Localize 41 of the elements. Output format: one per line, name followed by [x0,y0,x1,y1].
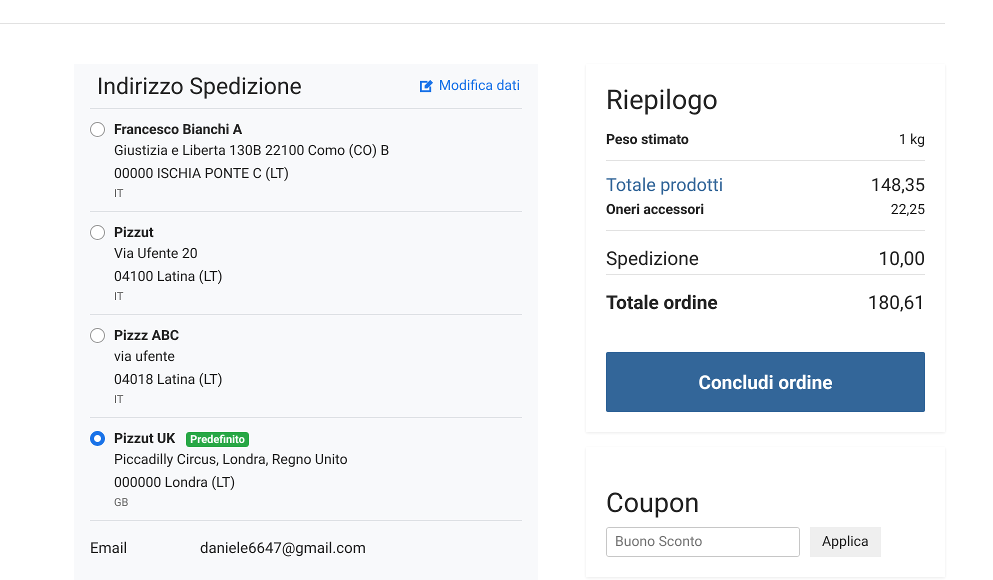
summary-label: Totale prodotti [606,175,724,196]
radio-button[interactable] [90,431,105,446]
checkout-button[interactable]: Concludi ordine [606,352,925,412]
address-name: Pizzut UK [114,430,176,449]
edit-link[interactable]: Modifica dati [418,78,522,94]
summary-label: Spedizione [606,247,699,270]
address-name: Pizzz ABC [114,327,180,346]
summary-label: Peso stimato [606,132,689,148]
email-label: Email [90,539,128,557]
address-line: Piccadilly Circus, Londra, Regno Unito [114,451,348,470]
address-line: 000000 Londra (LT) [114,474,236,492]
summary-value: 1 kg [898,132,925,148]
panel-title: Indirizzo Spedizione [97,72,302,100]
address-line: 00000 ISCHIA PONTE C (LT) [114,164,290,184]
country-code: IT [114,186,124,202]
coupon-title: Coupon [606,487,700,519]
country-code: GB [114,495,130,511]
address-line: Giustizia e Liberta 130B 22100 Como (CO) B [114,142,390,161]
country-code: IT [114,392,124,408]
summary-value: 10,00 [878,247,925,270]
address-line: Via Ufente 20 [114,245,199,264]
summary-value: 22,25 [890,202,925,218]
summary-title: Riepilogo [606,84,719,116]
summary-label: Oneri accessori [606,202,704,218]
edit-icon [418,79,434,93]
summary-value: 148,35 [870,175,925,196]
summary-value: 180,61 [868,291,925,314]
address-name: Francesco Bianchi A [114,121,242,140]
address-line: 04018 Latina (LT) [114,370,222,390]
address-line: via ufente [114,348,176,367]
radio-button[interactable] [90,225,105,240]
email-value: daniele6647@gmail.com [200,539,366,557]
radio-button[interactable] [90,328,105,343]
coupon-field[interactable]: Buono Sconto [606,527,800,557]
address-name: Pizzut [114,224,154,243]
address-line: 04100 Latina (LT) [114,268,222,286]
summary-label: Totale ordine [606,291,718,314]
apply-button[interactable]: Applica [810,527,881,557]
country-code: IT [114,289,124,305]
default-badge: Predefinito [186,432,249,446]
radio-button[interactable] [90,122,105,137]
